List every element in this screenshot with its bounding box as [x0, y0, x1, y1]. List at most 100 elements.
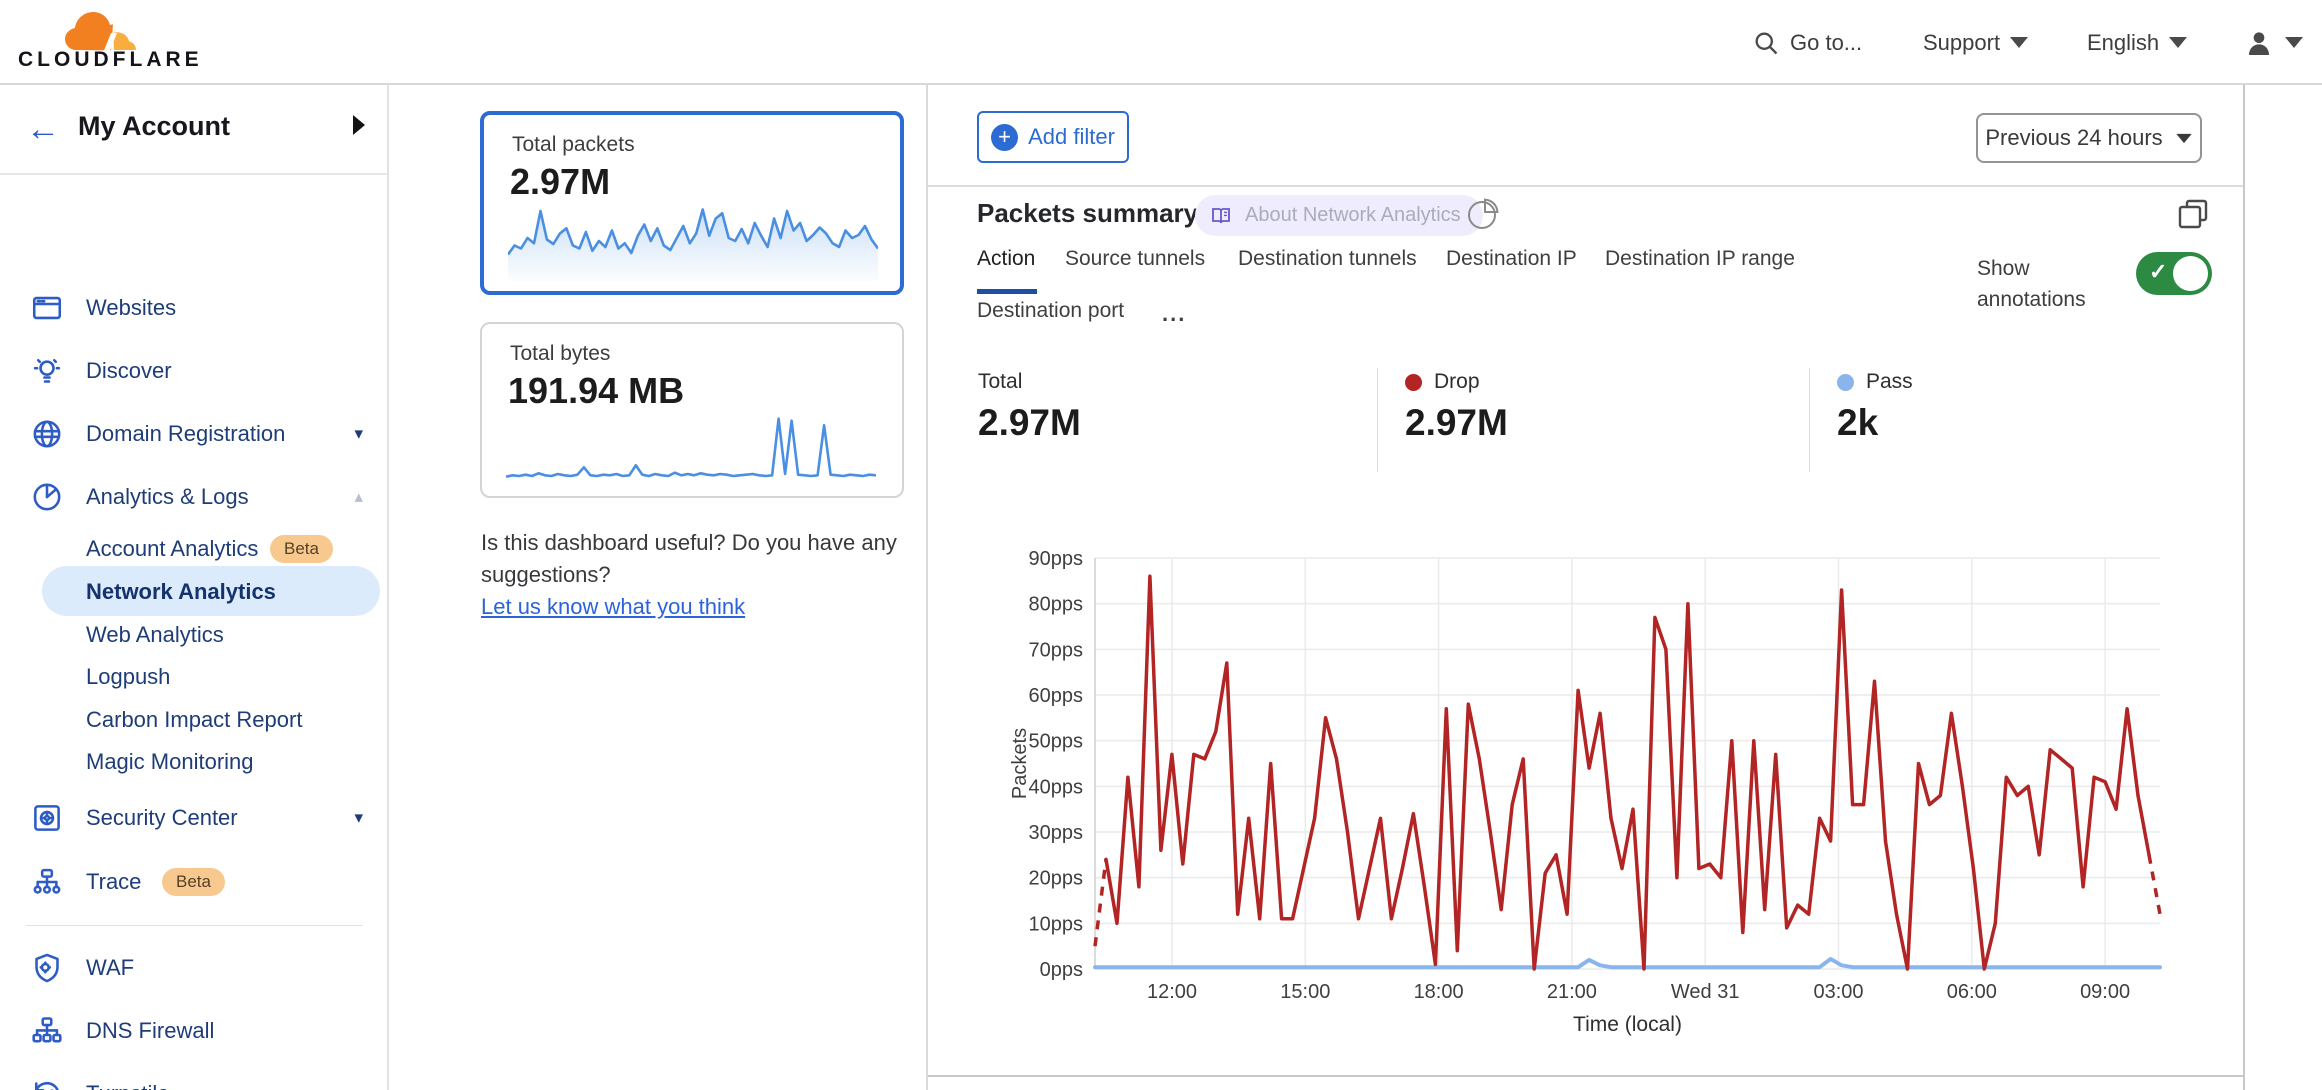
svg-text:0pps: 0pps: [1040, 959, 1083, 981]
chevron-down-icon: [2176, 133, 2191, 142]
more-tabs-button[interactable]: ...: [1162, 301, 1186, 327]
sidebar-item-domain-registration[interactable]: Domain Registration ▾: [0, 412, 389, 456]
browser-window-icon: [30, 291, 64, 325]
svg-text:80pps: 80pps: [1029, 594, 1084, 616]
pie-chart-icon: [30, 480, 64, 514]
user-icon: [2243, 27, 2275, 59]
security-safe-icon: [30, 801, 64, 835]
sidebar-item-carbon-impact-report[interactable]: Carbon Impact Report: [0, 698, 389, 742]
beta-badge: Beta: [162, 868, 225, 896]
sidebar-item-analytics-logs[interactable]: Analytics & Logs ▴: [0, 475, 389, 519]
packets-time-series-chart[interactable]: 0pps10pps20pps30pps40pps50pps60pps70pps8…: [1002, 548, 2252, 1048]
svg-text:30pps: 30pps: [1029, 822, 1084, 844]
svg-text:21:00: 21:00: [1547, 981, 1597, 1003]
sidebar-item-network-analytics[interactable]: Network Analytics: [0, 570, 389, 614]
caret-up-icon: ▴: [354, 487, 363, 507]
go-to-label: Go to...: [1790, 30, 1862, 56]
show-annotations-label: Show annotations: [1977, 253, 2117, 315]
tab-destination-ip-range[interactable]: Destination IP range: [1605, 247, 1795, 271]
network-tree-icon: [30, 1014, 64, 1048]
active-tab-underline: [977, 289, 1037, 294]
divider: [928, 185, 2243, 187]
tab-destination-port[interactable]: Destination port: [977, 299, 1124, 323]
metric-title: Total packets: [512, 133, 635, 157]
svg-text:Wed 31: Wed 31: [1671, 981, 1740, 1003]
check-icon: ✓: [2149, 259, 2167, 285]
total-bytes-card[interactable]: Total bytes 191.94 MB: [480, 322, 904, 498]
cloudflare-wordmark: CLOUDFLARE: [18, 48, 188, 72]
language-menu[interactable]: English: [2087, 0, 2187, 85]
trace-flow-icon: [30, 865, 64, 899]
svg-text:18:00: 18:00: [1414, 981, 1464, 1003]
beta-badge: Beta: [270, 535, 333, 563]
total-packets-card[interactable]: Total packets 2.97M: [480, 111, 904, 295]
sidebar-item-discover[interactable]: Discover: [0, 349, 389, 393]
support-label: Support: [1923, 30, 2000, 56]
svg-text:12:00: 12:00: [1147, 981, 1197, 1003]
bytes-sparkline: [506, 412, 876, 486]
svg-text:10pps: 10pps: [1029, 913, 1084, 935]
refresh-check-icon: [30, 1077, 64, 1090]
sidebar-item-security-center[interactable]: Security Center ▾: [0, 796, 389, 840]
sidebar-item-waf[interactable]: WAF: [0, 946, 389, 990]
annotations-toggle[interactable]: ✓: [2136, 252, 2212, 295]
drop-legend-dot: [1405, 374, 1422, 391]
pass-legend-dot: [1837, 374, 1854, 391]
sidebar: ← My Account Websites Discover Domain Re…: [0, 85, 389, 1090]
language-label: English: [2087, 30, 2159, 56]
caret-down-icon: ▾: [354, 808, 363, 828]
sidebar-item-trace[interactable]: Trace Beta: [0, 860, 389, 904]
svg-text:Packets: Packets: [1009, 728, 1031, 799]
metric-value: 191.94 MB: [508, 370, 684, 412]
chevron-right-icon[interactable]: [353, 115, 365, 135]
stat-value: 2.97M: [978, 402, 1081, 444]
chevron-down-icon: [2169, 37, 2187, 48]
sidebar-item-websites[interactable]: Websites: [0, 286, 389, 330]
sidebar-item-logpush[interactable]: Logpush: [0, 655, 389, 699]
add-filter-button[interactable]: + Add filter: [977, 111, 1129, 163]
tab-destination-tunnels[interactable]: Destination tunnels: [1238, 247, 1417, 271]
account-title: My Account: [78, 111, 230, 142]
support-menu[interactable]: Support: [1923, 0, 2028, 85]
svg-text:60pps: 60pps: [1029, 685, 1084, 707]
toggle-knob: [2173, 256, 2208, 291]
sidebar-item-dns-firewall[interactable]: DNS Firewall: [0, 1009, 389, 1053]
expand-panel-icon[interactable]: [2176, 197, 2210, 231]
panel-title: Packets summary: [977, 198, 1198, 229]
stat-drop: Drop 2.97M: [1405, 370, 1508, 444]
feedback-question: Is this dashboard useful? Do you have an…: [481, 527, 911, 591]
svg-text:20pps: 20pps: [1029, 868, 1084, 890]
divider: [1377, 368, 1378, 472]
tab-source-tunnels[interactable]: Source tunnels: [1065, 247, 1205, 271]
top-header: CLOUDFLARE Go to... Support English: [0, 0, 2322, 85]
stat-label: Drop: [1434, 370, 1480, 394]
feedback-link[interactable]: Let us know what you think: [481, 594, 745, 619]
book-icon: [1209, 204, 1233, 228]
svg-text:Time (local): Time (local): [1573, 1013, 1682, 1036]
stat-value: 2.97M: [1405, 402, 1508, 444]
svg-text:70pps: 70pps: [1029, 639, 1084, 661]
pie-chart-icon[interactable]: [1464, 195, 1502, 233]
sidebar-item-magic-monitoring[interactable]: Magic Monitoring: [0, 740, 389, 784]
tab-destination-ip[interactable]: Destination IP: [1446, 247, 1577, 271]
feedback-block: Is this dashboard useful? Do you have an…: [481, 527, 911, 623]
lightbulb-icon: [30, 354, 64, 388]
svg-text:40pps: 40pps: [1029, 776, 1084, 798]
sidebar-item-turnstile[interactable]: Turnstile: [0, 1072, 389, 1090]
metric-value: 2.97M: [510, 161, 610, 203]
svg-text:06:00: 06:00: [1947, 981, 1997, 1003]
about-network-analytics-badge[interactable]: About Network Analytics: [1195, 195, 1483, 236]
tab-action[interactable]: Action: [977, 247, 1035, 271]
divider: [928, 1075, 2243, 1077]
plus-icon: +: [991, 124, 1018, 151]
search-icon: [1752, 29, 1780, 57]
sidebar-account-header: ← My Account: [0, 85, 387, 175]
stat-label: Total: [978, 370, 1022, 394]
back-arrow-icon[interactable]: ←: [26, 109, 60, 149]
sidebar-item-web-analytics[interactable]: Web Analytics: [0, 613, 389, 657]
account-user-menu[interactable]: [2243, 0, 2303, 85]
go-to-search[interactable]: Go to...: [1752, 0, 1862, 85]
sidebar-item-account-analytics[interactable]: Account Analytics Beta: [0, 527, 389, 571]
time-range-dropdown[interactable]: Previous 24 hours: [1976, 113, 2202, 163]
svg-text:15:00: 15:00: [1280, 981, 1330, 1003]
